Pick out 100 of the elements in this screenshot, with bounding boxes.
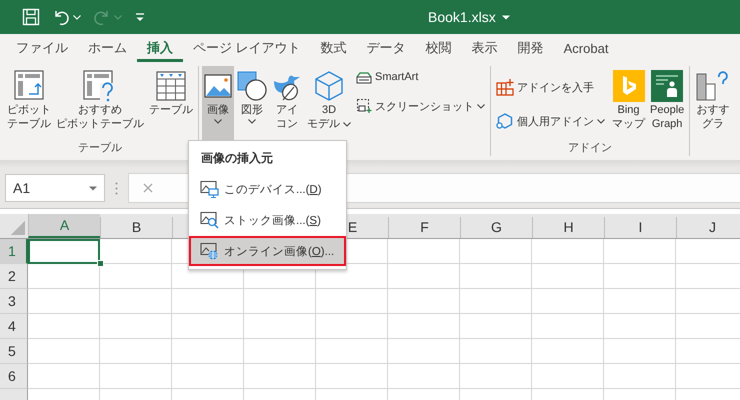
column-header[interactable]: I [604, 217, 676, 238]
row-header[interactable]: 3 [0, 289, 28, 314]
group-label: テーブル [78, 140, 122, 156]
grid-cell[interactable] [604, 339, 676, 364]
ribbon-button[interactable]: おすす グラ [693, 66, 732, 140]
grid-cell[interactable] [532, 264, 604, 289]
grid-cell[interactable] [604, 364, 676, 389]
grid-cell[interactable] [316, 339, 388, 364]
bing-logo-icon [612, 70, 644, 102]
grid-cell[interactable] [532, 289, 604, 314]
menu-item[interactable]: オンライン画像(O)... [189, 236, 346, 266]
ribbon-button[interactable]: 個人用アドイン [494, 110, 607, 132]
row-header[interactable]: 4 [0, 314, 28, 339]
ribbon-button[interactable]: Bing マップ [610, 66, 647, 140]
grid-cell[interactable] [28, 289, 100, 314]
grid-cell[interactable] [388, 364, 460, 389]
ribbon-tab[interactable]: 校閲 [416, 34, 462, 62]
grid-cell[interactable] [460, 364, 532, 389]
grid-cell[interactable] [28, 314, 100, 339]
grip-icon [115, 182, 118, 194]
ribbon-button[interactable]: People Graph [648, 66, 686, 140]
row-header[interactable]: 6 [0, 364, 28, 389]
picture-globe-icon [199, 242, 219, 260]
ribbon-button[interactable]: 図形 [235, 66, 269, 140]
grid-cell[interactable] [316, 314, 388, 339]
grid-cell[interactable] [388, 289, 460, 314]
grid-cell[interactable] [460, 264, 532, 289]
smartart-icon [356, 70, 372, 84]
grid-cell[interactable] [460, 339, 532, 364]
grid-cell[interactable] [244, 289, 316, 314]
ribbon-tab[interactable]: 開発 [508, 34, 554, 62]
group-label: アドイン [568, 141, 612, 156]
grid-cell[interactable] [604, 314, 676, 339]
column-header[interactable]: G [460, 217, 532, 238]
grid-cell[interactable] [172, 289, 244, 314]
name-box[interactable]: A1 [5, 174, 105, 202]
dropdown-arrow-icon [89, 186, 97, 190]
grid-cell[interactable] [388, 264, 460, 289]
row-header[interactable]: 2 [0, 264, 28, 289]
customize-icon [134, 11, 146, 23]
grid-cell[interactable] [172, 314, 244, 339]
ribbon-button[interactable]: テーブル [147, 66, 195, 140]
grid-cell[interactable] [388, 314, 460, 339]
ribbon-tab[interactable]: 表示 [462, 34, 508, 62]
column-header[interactable]: A [28, 214, 100, 238]
ribbon-button[interactable]: SmartArt [354, 68, 487, 86]
grid-cell[interactable] [532, 314, 604, 339]
grid-cell[interactable] [244, 314, 316, 339]
grid-cell[interactable] [532, 339, 604, 364]
column-header[interactable]: B [100, 217, 172, 238]
grid-cell[interactable] [28, 339, 100, 364]
chevron-icon [114, 14, 122, 20]
grid-cell[interactable] [388, 239, 460, 264]
grid-cell[interactable] [388, 339, 460, 364]
row-header[interactable]: 1 [0, 239, 28, 264]
grid-cell[interactable] [244, 364, 316, 389]
grid-cell[interactable] [460, 289, 532, 314]
caret-icon[interactable] [502, 14, 510, 20]
ribbon-tab[interactable]: ファイル [6, 34, 78, 62]
ribbon-button[interactable]: アイ コン [270, 66, 304, 140]
grid-cell[interactable] [100, 364, 172, 389]
grid-cell[interactable] [100, 289, 172, 314]
ribbon-tab[interactable]: データ [356, 34, 416, 62]
ribbon-button[interactable]: アドインを入手 [494, 76, 607, 98]
grid-cell[interactable] [28, 364, 100, 389]
hexagon-icon [496, 112, 514, 130]
grid-cell[interactable] [604, 239, 676, 264]
grid-cell[interactable] [172, 339, 244, 364]
grid-cell[interactable] [460, 239, 532, 264]
grid-cell[interactable] [460, 314, 532, 339]
save-icon [22, 8, 40, 26]
grid-cell[interactable] [532, 239, 604, 264]
ribbon-tab[interactable]: 数式 [310, 34, 357, 62]
ribbon-button[interactable]: おすすめ ピボットテーブル [54, 66, 146, 140]
ribbon-button[interactable]: ピボット テーブル [5, 66, 53, 140]
grid-cell[interactable] [100, 314, 172, 339]
ribbon-button[interactable]: スクリーンショット [354, 96, 487, 116]
grid-cell[interactable] [244, 339, 316, 364]
addin-grid-icon [496, 78, 514, 96]
grid-cell[interactable] [100, 339, 172, 364]
grid-cell[interactable] [532, 364, 604, 389]
column-header[interactable]: F [388, 217, 460, 238]
ribbon-tab[interactable]: ホーム [78, 34, 137, 62]
grid-cell[interactable] [604, 289, 676, 314]
grid-cell[interactable] [604, 264, 676, 289]
ribbon-button[interactable]: 3D モデル [305, 66, 353, 140]
column-header[interactable]: J [676, 217, 740, 238]
grid-cell[interactable] [316, 289, 388, 314]
ribbon-tab[interactable]: Acrobat [554, 34, 618, 62]
ribbon-tab[interactable]: ページ レイアウト [183, 34, 311, 62]
row-header[interactable]: 5 [0, 339, 28, 364]
close-icon[interactable] [143, 183, 153, 193]
grid-cell[interactable] [172, 364, 244, 389]
menu-item[interactable]: このデバイス...(D) [189, 174, 346, 204]
ribbon-button[interactable]: 画像 [202, 66, 234, 140]
active-cell[interactable] [28, 239, 100, 264]
grid-cell[interactable] [316, 364, 388, 389]
window-title: Book1.xlsx [428, 9, 496, 25]
column-header[interactable]: H [532, 217, 604, 238]
fill-handle[interactable] [97, 260, 104, 267]
